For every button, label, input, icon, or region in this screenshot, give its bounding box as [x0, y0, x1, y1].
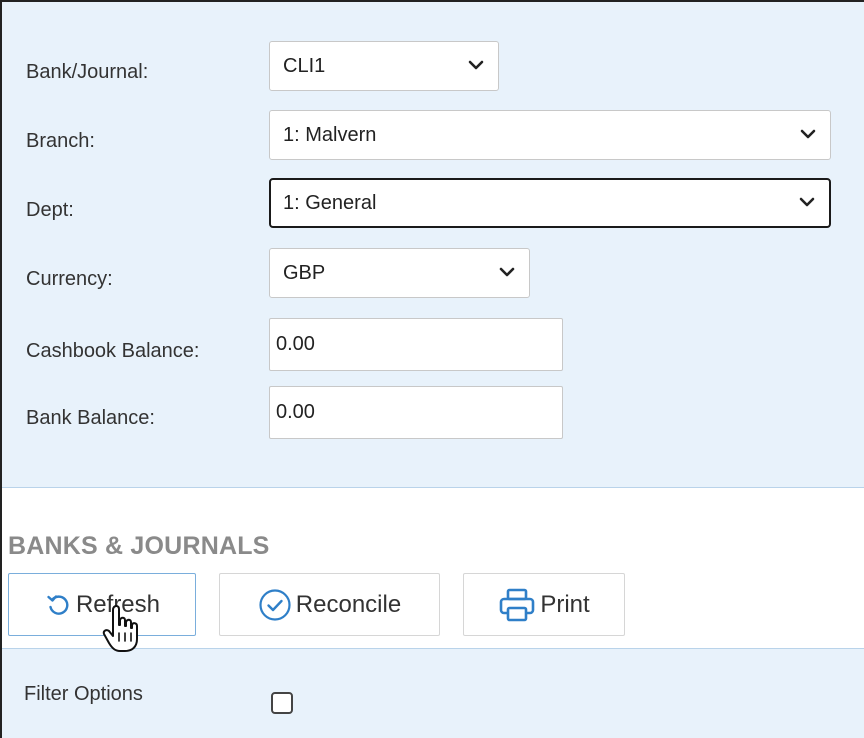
bank-balance-field[interactable]: 0.00: [269, 386, 563, 439]
chevron-down-icon: [468, 60, 484, 70]
bank-balance-label: Bank Balance:: [26, 407, 155, 429]
dept-select[interactable]: 1: General: [269, 178, 831, 228]
chevron-down-icon: [499, 267, 515, 277]
hand-cursor-icon: [102, 604, 138, 652]
reconcile-button-label: Reconcile: [295, 590, 402, 618]
cashbook-balance-field[interactable]: 0.00: [269, 318, 563, 371]
chevron-down-icon: [800, 129, 816, 139]
reconcile-button[interactable]: Reconcile: [219, 573, 440, 636]
branch-value: 1: Malvern: [283, 123, 377, 146]
printer-icon: [500, 588, 535, 621]
filter-options-checkbox[interactable]: [271, 692, 293, 714]
check-circle-icon: [259, 588, 291, 621]
cashbook-balance-value: 0.00: [276, 333, 315, 355]
branch-label: Branch:: [26, 130, 95, 152]
dept-value: 1: General: [283, 191, 377, 214]
bank-balance-value: 0.00: [276, 401, 315, 423]
filter-options-label: Filter Options: [24, 683, 143, 705]
bank-journal-label: Bank/Journal:: [26, 61, 149, 83]
bank-journal-select[interactable]: CLI1: [269, 41, 499, 91]
refresh-icon: [47, 594, 69, 615]
chevron-down-icon: [799, 197, 815, 207]
currency-select[interactable]: GBP: [269, 248, 530, 298]
bank-form-panel: Bank/Journal: CLI1 Branch: 1: Malvern De…: [2, 2, 864, 488]
cashbook-balance-label: Cashbook Balance:: [26, 340, 200, 362]
currency-label: Currency:: [26, 268, 113, 290]
currency-value: GBP: [283, 261, 326, 284]
print-button[interactable]: Print: [463, 573, 625, 636]
dept-label: Dept:: [26, 199, 74, 221]
print-button-label: Print: [540, 590, 590, 618]
section-title: BANKS & JOURNALS: [8, 532, 270, 560]
branch-select[interactable]: 1: Malvern: [269, 110, 831, 160]
filter-panel: Filter Options: [2, 648, 864, 738]
bank-journal-value: CLI1: [283, 54, 326, 77]
